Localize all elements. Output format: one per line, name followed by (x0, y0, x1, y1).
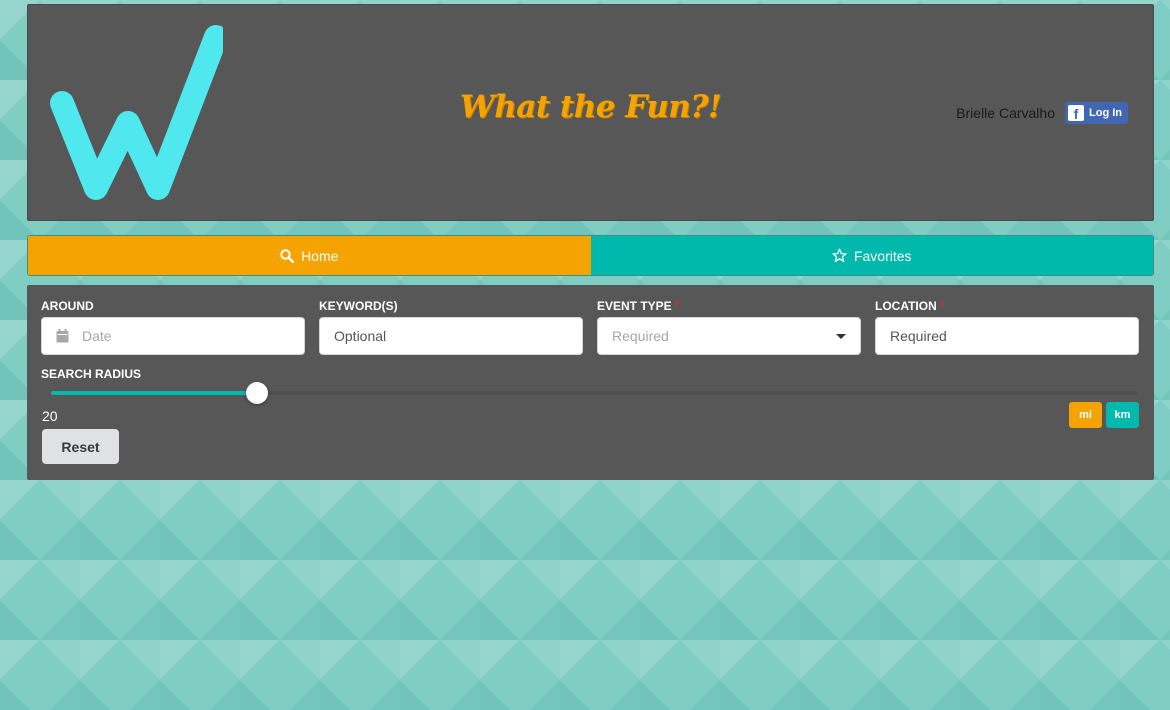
main-tabs: Home Favorites (27, 235, 1154, 276)
tab-home-label: Home (301, 247, 339, 264)
radius-slider-fill (51, 391, 258, 395)
event-type-label-wrap: EVENT TYPE * (597, 299, 861, 313)
reset-button[interactable]: Reset (42, 429, 119, 464)
radius-slider[interactable] (51, 382, 1137, 404)
star-outline-icon (832, 248, 847, 263)
event-type-placeholder: Required (612, 328, 669, 344)
facebook-login-label: Log In (1089, 107, 1122, 119)
user-name: Brielle Carvalho (956, 105, 1055, 121)
keywords-label: KEYWORD(S) (319, 299, 398, 313)
date-placeholder: Date (82, 328, 112, 344)
unit-km-button[interactable]: km (1106, 402, 1139, 428)
event-type-field: EVENT TYPE * Required (597, 299, 861, 355)
keywords-field: KEYWORD(S) Optional (319, 299, 583, 355)
facebook-icon: f (1068, 105, 1084, 121)
tab-home[interactable]: Home (28, 236, 591, 275)
location-input[interactable]: Required (875, 317, 1139, 355)
search-radius-label: SEARCH RADIUS (41, 367, 142, 381)
search-icon (280, 248, 295, 263)
location-placeholder: Required (890, 328, 947, 344)
user-area: Brielle Carvalho f Log In (956, 102, 1128, 124)
required-mark: * (674, 299, 680, 313)
around-label: AROUND (41, 299, 94, 313)
event-type-select[interactable]: Required (597, 317, 861, 355)
required-mark: * (939, 299, 945, 313)
facebook-login-button[interactable]: f Log In (1065, 102, 1128, 124)
location-field: LOCATION * Required (875, 299, 1139, 355)
radius-slider-thumb[interactable] (246, 382, 269, 404)
location-label-wrap: LOCATION * (875, 299, 1139, 313)
date-input[interactable]: Date (41, 317, 305, 355)
search-panel: AROUND Date KEYWORD(S) Optional EVENT TY… (27, 285, 1154, 480)
tab-favorites-label: Favorites (853, 247, 912, 264)
site-header: What the Fun?! Brielle Carvalho f Log In (27, 4, 1154, 221)
unit-mi-button[interactable]: mi (1069, 402, 1102, 428)
event-type-label: EVENT TYPE (597, 299, 672, 313)
unit-toggle: mi km (1065, 402, 1139, 428)
radius-value: 20 (42, 408, 58, 424)
around-field: AROUND Date (41, 299, 305, 355)
keywords-placeholder: Optional (334, 328, 387, 344)
dropdown-caret-icon (836, 334, 846, 339)
location-label: LOCATION (875, 299, 937, 313)
keywords-input[interactable]: Optional (319, 317, 583, 355)
tab-favorites[interactable]: Favorites (590, 236, 1153, 275)
calendar-icon (56, 329, 69, 343)
